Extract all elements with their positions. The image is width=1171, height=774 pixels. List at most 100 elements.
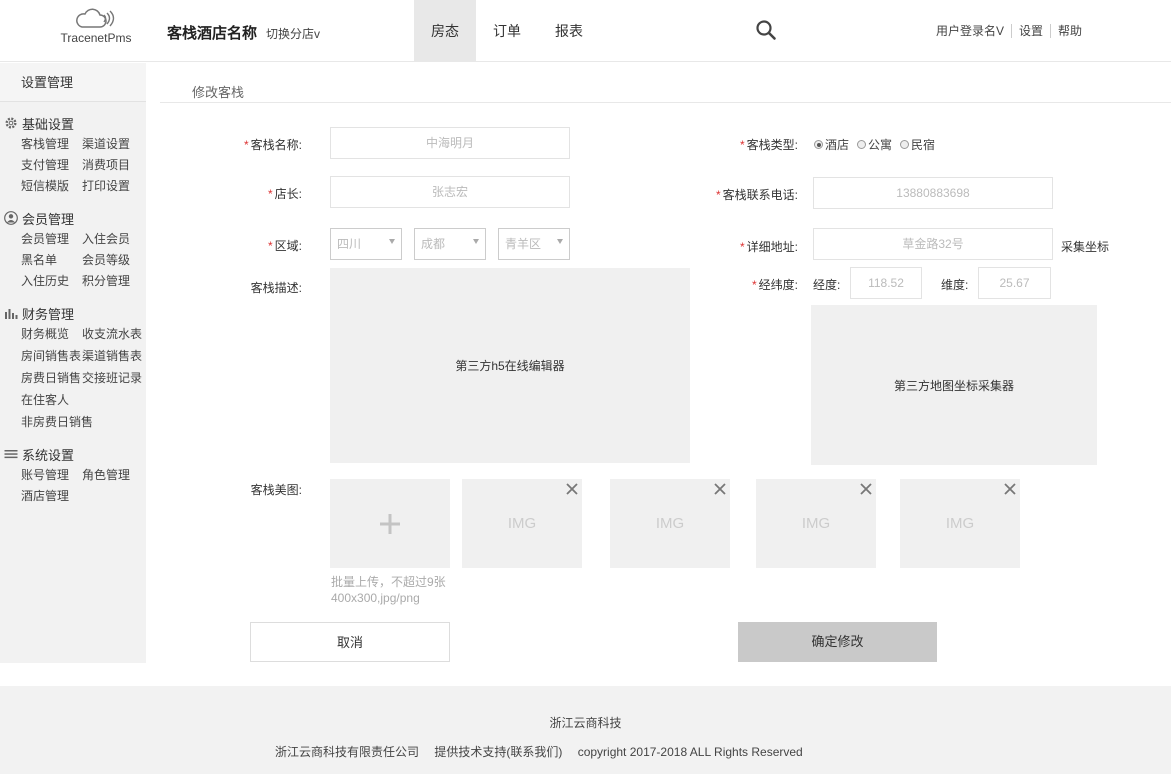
images-label: 客栈美图:: [250, 483, 302, 497]
sidebar-item-shift-handover-records[interactable]: 交接班记录: [82, 368, 143, 389]
logo-text: TracenetPms: [60, 31, 132, 45]
inn-type-label: * 客栈类型:: [739, 138, 798, 152]
sidebar-group-system: 系统设置 账号管理 角色管理 酒店管理: [0, 443, 146, 507]
sidebar-group-label: 基础设置: [22, 116, 75, 132]
logo[interactable]: TracenetPms: [60, 6, 132, 45]
sidebar-group-title: 会员管理: [4, 207, 146, 229]
image-placeholder-text: IMG: [801, 515, 831, 532]
city-select-value: 成都: [421, 237, 446, 251]
footer-support-link[interactable]: 提供技术支持(联系我们): [434, 745, 562, 759]
footer-info: 浙江云商科技有限责任公司 提供技术支持(联系我们) copyright 2017…: [275, 743, 815, 760]
sidebar-item-role-management[interactable]: 角色管理: [82, 465, 143, 486]
province-select-value: 四川: [337, 237, 362, 251]
upload-image-button[interactable]: [330, 479, 450, 568]
switch-store-dropdown[interactable]: 切换分店v: [266, 25, 320, 42]
upload-tip-line: 400x300,jpg/png: [331, 591, 420, 605]
longitude-label: 经度:: [813, 278, 841, 292]
sidebar-item-room-sales-table[interactable]: 房间销售表: [21, 346, 82, 367]
settings-link[interactable]: 设置: [1012, 24, 1051, 38]
footer-copyright: copyright 2017-2018 ALL Rights Reserved: [577, 745, 803, 759]
image-thumbnail[interactable]: IMG: [756, 479, 876, 568]
address-label: * 详细地址:: [739, 240, 798, 254]
close-icon[interactable]: [714, 483, 726, 495]
sidebar-item-daily-room-sales[interactable]: 房费日销售: [21, 368, 82, 389]
sidebar-group-title: 财务管理: [4, 302, 146, 324]
rich-text-editor[interactable]: 第三方h5在线编辑器: [330, 268, 690, 463]
province-select[interactable]: 四川: [330, 228, 402, 260]
longitude-input[interactable]: 118.52: [850, 267, 922, 299]
sidebar-item-stay-history[interactable]: 入住历史: [21, 271, 82, 292]
description-label: 客栈描述:: [250, 281, 302, 295]
nav-reports[interactable]: 报表: [538, 0, 600, 62]
sidebar-item-in-house-guests[interactable]: 在住客人: [21, 390, 146, 411]
page-title: 修改客栈: [192, 85, 245, 100]
cancel-button[interactable]: 取消: [250, 622, 450, 662]
sidebar-item-sms-templates[interactable]: 短信模版: [21, 176, 82, 197]
image-placeholder-text: IMG: [945, 515, 975, 532]
gear-icon: [4, 116, 18, 130]
main-nav: 房态 订单 报表: [414, 0, 600, 62]
close-icon[interactable]: [566, 483, 578, 495]
district-select[interactable]: 青羊区: [498, 228, 570, 260]
sidebar-item-finance-overview[interactable]: 财务概览: [21, 324, 82, 345]
sidebar-group-title: 基础设置: [4, 112, 146, 134]
sidebar-group-title: 系统设置: [4, 443, 146, 465]
sidebar-item-points-management[interactable]: 积分管理: [82, 271, 143, 292]
collect-coordinates-link[interactable]: 采集坐标: [1061, 238, 1109, 255]
radio-apartment[interactable]: 公寓: [857, 136, 892, 153]
close-icon[interactable]: [1004, 483, 1016, 495]
search-icon[interactable]: [755, 19, 777, 44]
sidebar-item-cashflow-table[interactable]: 收支流水表: [82, 324, 143, 345]
sidebar-item-non-room-daily-sales[interactable]: 非房费日销售: [21, 412, 146, 433]
upload-tip: 批量上传，不超过9张 400x300,jpg/png: [331, 574, 461, 606]
help-link[interactable]: 帮助: [1051, 24, 1089, 38]
close-icon[interactable]: [860, 483, 872, 495]
chevron-down-icon: [473, 239, 479, 244]
sidebar-item-channel-settings[interactable]: 渠道设置: [82, 134, 143, 155]
confirm-edit-button[interactable]: 确定修改: [738, 622, 937, 662]
image-thumbnail[interactable]: IMG: [610, 479, 730, 568]
user-icon: [4, 211, 18, 225]
user-login-menu[interactable]: 用户登录名V: [929, 24, 1012, 38]
radio-homestay[interactable]: 民宿: [900, 136, 935, 153]
inn-type-radio-group: 酒店 公寓 民宿: [814, 136, 943, 153]
sidebar-item-blacklist[interactable]: 黑名单: [21, 250, 82, 271]
latitude-input[interactable]: 25.67: [978, 267, 1051, 299]
page-title-bar: 修改客栈: [160, 63, 1171, 103]
address-input[interactable]: 草金路32号: [813, 228, 1053, 260]
sidebar-item-member-levels[interactable]: 会员等级: [82, 250, 143, 271]
bar-chart-icon: [4, 306, 18, 320]
sidebar-item-checked-in-members[interactable]: 入住会员: [82, 229, 143, 250]
sidebar-group-label: 会员管理: [22, 211, 75, 227]
sidebar: 设置管理 基础设置 客栈管理 渠道设置 支付管理 消费项目 短信模版 打印设置 …: [0, 63, 146, 663]
latitude-label: 维度:: [941, 278, 969, 292]
sidebar-item-consumption-items[interactable]: 消费项目: [82, 155, 143, 176]
chevron-down-icon: [389, 239, 395, 244]
radio-hotel[interactable]: 酒店: [814, 136, 849, 153]
sidebar-item-member-management[interactable]: 会员管理: [21, 229, 82, 250]
map-coordinate-picker[interactable]: 第三方地图坐标采集器: [811, 305, 1097, 465]
image-thumbnail[interactable]: IMG: [900, 479, 1020, 568]
plus-icon: [380, 513, 400, 534]
region-label: * 区域:: [267, 239, 302, 253]
image-thumbnail[interactable]: IMG: [462, 479, 582, 568]
sidebar-item-channel-sales-table[interactable]: 渠道销售表: [82, 346, 143, 367]
user-links: 用户登录名V 设置 帮助: [929, 24, 1089, 38]
sidebar-item-inn-management[interactable]: 客栈管理: [21, 134, 82, 155]
nav-orders[interactable]: 订单: [476, 0, 538, 62]
inn-phone-input[interactable]: 13880883698: [813, 177, 1053, 209]
city-select[interactable]: 成都: [414, 228, 486, 260]
sidebar-item-print-settings[interactable]: 打印设置: [82, 176, 143, 197]
inn-name-label: * 客栈名称:: [243, 138, 302, 152]
sidebar-item-hotel-management[interactable]: 酒店管理: [21, 486, 82, 507]
sidebar-group-members: 会员管理 会员管理 入住会员 黑名单 会员等级 入住历史 积分管理: [0, 207, 146, 292]
footer-company-full: 浙江云商科技有限责任公司: [275, 745, 420, 759]
manager-input[interactable]: 张志宏: [330, 176, 570, 208]
sidebar-item-account-management[interactable]: 账号管理: [21, 465, 82, 486]
sidebar-title: 设置管理: [0, 63, 146, 102]
nav-room-status[interactable]: 房态: [414, 0, 476, 62]
inn-name-input[interactable]: 中海明月: [330, 127, 570, 159]
district-select-value: 青羊区: [505, 237, 542, 251]
inn-phone-label: * 客栈联系电话:: [715, 188, 798, 202]
sidebar-item-payment-management[interactable]: 支付管理: [21, 155, 82, 176]
